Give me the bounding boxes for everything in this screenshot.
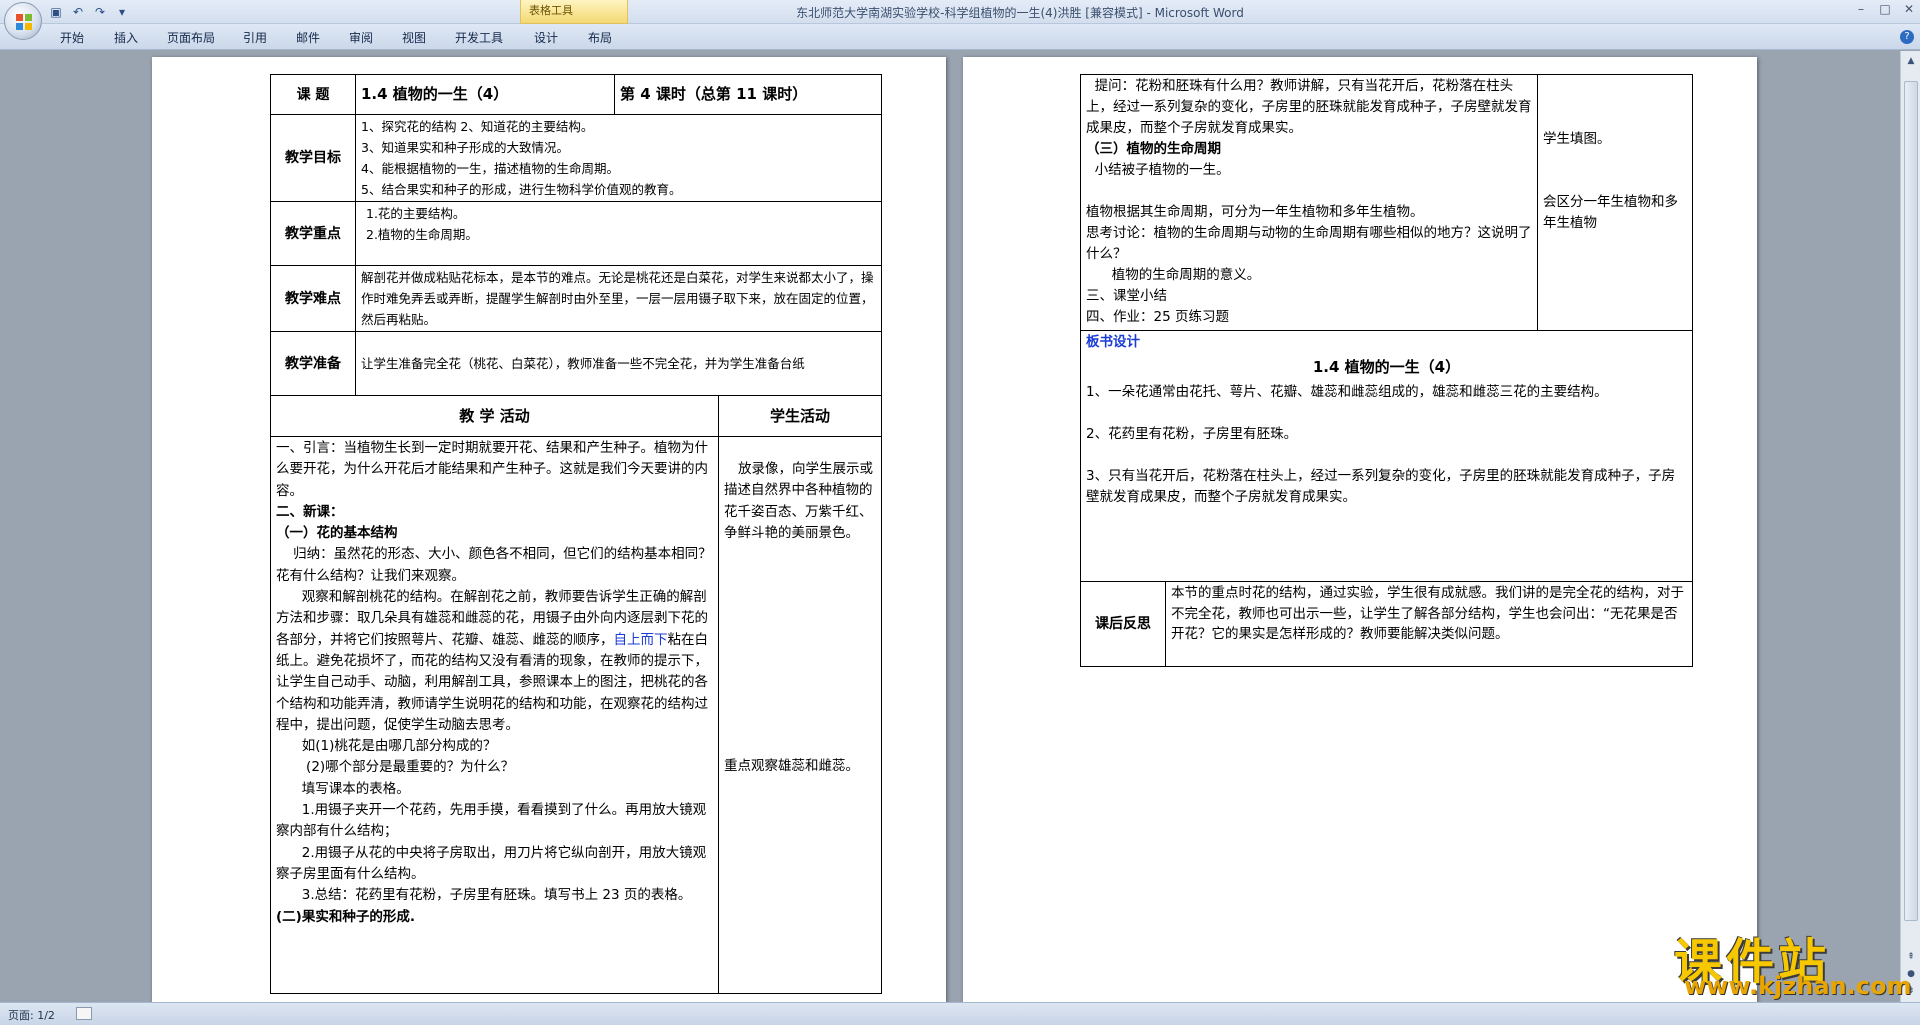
lesson-plan-table-continued: 提问：花粉和胚珠有什么用？教师讲解，只有当花开后，花粉落在柱头上，经过一系列复杂… (1080, 74, 1693, 667)
board-design-cell: 板书设计 1.4 植物的一生（4） 1、一朵花通常由花托、萼片、花瓣、雄蕊和雌蕊… (1080, 330, 1693, 582)
tab-view[interactable]: 视图 (402, 29, 426, 46)
activity-summary: 归纳：虽然花的形态、大小、颜色各不相同，但它们的结构基本相同？花有什么结构？让我… (276, 546, 712, 584)
title-bar: ▣ ↶ ↷ ▾ 表格工具 东北师范大学南湖实验学校-科学组植物的一生(4)洪胜 … (0, 0, 1920, 40)
student-fill-figure: 学生填图。 (1543, 131, 1611, 147)
watermark-url: www.kjzhan.com (1684, 972, 1912, 1000)
activity-pollen-question: 提问：花粉和胚珠有什么用？教师讲解，只有当花开后，花粉落在柱头上，经过一系列复杂… (1086, 78, 1532, 136)
tab-review[interactable]: 审阅 (349, 29, 373, 46)
goal-item: 5、结合果实和种子的形成，进行生物科学价值观的教育。 (361, 182, 682, 197)
activity-question-1: 如(1)桃花是由哪几部分构成的？ (276, 738, 497, 755)
tab-home[interactable]: 开始 (60, 29, 84, 46)
activity-homework: 四、作业：25 页练习题 (1086, 309, 1229, 325)
student-distinguish: 会区分一年生植物和多年生植物 (1543, 194, 1678, 231)
window-controls: – □ ✕ (1854, 2, 1916, 16)
activity-section-1: （一）花的基本结构 (276, 525, 398, 542)
site-watermark: 课件站 www.kjzhan.com (1664, 922, 1911, 1002)
continued-activity-cell: 提问：花粉和胚珠有什么用？教师讲解，只有当花开后，花粉落在柱头上，经过一系列复杂… (1080, 74, 1538, 331)
activity-life-summary: 小结被子植物的一生。 (1086, 162, 1230, 178)
tab-design[interactable]: 设计 (534, 29, 558, 46)
key-point-item: 1.花的主要结构。 (366, 206, 466, 221)
close-icon[interactable]: ✕ (1902, 2, 1916, 16)
tab-page-layout[interactable]: 页面布局 (167, 29, 215, 46)
key-point-item: 2.植物的生命周期。 (366, 227, 478, 242)
activity-step-2: 2.用镊子从花的中央将子房取出，用刀片将它纵向剖开，用放大镜观察子房里面有什么结… (276, 844, 707, 882)
tab-developer[interactable]: 开发工具 (455, 29, 503, 46)
maximize-icon[interactable]: □ (1878, 2, 1892, 16)
minimize-icon[interactable]: – (1854, 2, 1868, 16)
window-title: 东北师范大学南湖实验学校-科学组植物的一生(4)洪胜 [兼容模式] - Micr… (796, 6, 1244, 20)
board-design-label: 板书设计 (1086, 334, 1140, 350)
office-logo-icon (16, 14, 32, 30)
goal-item: 3、知道果实和种子形成的大致情况。 (361, 140, 569, 155)
lesson-plan-table: 课 题 1.4 植物的一生（4） 第 4 课时（总第 11 课时） 教学目标 1… (270, 74, 883, 994)
student-activity-cell: 放录像，向学生展示或描述自然界中各种植物的花千姿百态、万紫千红、争鲜斗艳的美丽景… (717, 436, 883, 994)
office-button[interactable] (4, 2, 42, 40)
activity-step-1: 1.用镊子夹开一个花药，先用手摸，看看摸到了什么。再用放大镜观察内部有什么结构； (276, 802, 707, 840)
activity-dissection: 观察和解剖桃花的结构。在解剖花之前，教师要告诉学生正确的解剖方法和步骤：取几朵具… (276, 587, 713, 736)
activity-new-lesson: 二、新课： (276, 503, 344, 520)
period-info: 第 4 课时（总第 11 课时） (613, 74, 883, 115)
student-activity-2: 重点观察雄蕊和雌蕊。 (724, 758, 859, 775)
help-icon[interactable]: ? (1900, 30, 1914, 44)
activity-life-cycle: 植物根据其生命周期，可分为一年生植物和多年生植物。 (1086, 204, 1424, 220)
activity-section-2: (二)果实和种子的形成. (276, 908, 415, 925)
status-bar: 页面: 1/2 (0, 1002, 1920, 1025)
activity-section-3: （三）植物的生命周期 (1086, 141, 1221, 157)
reflection-label: 课后反思 (1080, 581, 1166, 667)
document-page-1: 课 题 1.4 植物的一生（4） 第 4 课时（总第 11 课时） 教学目标 1… (152, 57, 946, 1002)
difficulty-label: 教学难点 (270, 265, 356, 332)
reflection-text: 本节的重点时花的结构，通过实验，学生很有成就感。我们讲的是完全花的结构，对于不完… (1165, 581, 1693, 667)
teaching-activity-cell: 一、引言：当植物生长到一定时期就要开花、结果和产生种子。植物为什么要开花，为什么… (270, 436, 719, 994)
activity-intro: 一、引言：当植物生长到一定时期就要开花、结果和产生种子。植物为什么要开花，为什么… (276, 440, 708, 499)
tab-references[interactable]: 引用 (243, 29, 267, 46)
board-point-3: 3、只有当花开后，花粉落在柱头上，经过一系列复杂的变化，子房里的胚珠就能发育成种… (1086, 468, 1676, 505)
activity-fill-table: 填写课本的表格。 (276, 780, 410, 797)
preparation-label: 教学准备 (270, 331, 356, 396)
previous-page-icon[interactable]: ⇞ (1903, 949, 1919, 965)
goals-label: 教学目标 (270, 114, 356, 202)
key-points-cell: 1.花的主要结构。 2.植物的生命周期。 (354, 201, 883, 266)
student-activity-1: 放录像，向学生展示或描述自然界中各种植物的花千姿百态、万紫千红、争鲜斗艳的美丽景… (724, 461, 873, 541)
scrollbar-thumb[interactable] (1904, 81, 1918, 921)
teaching-activity-header: 教 学 活动 (270, 395, 719, 437)
activity-class-summary: 三、课堂小结 (1086, 288, 1167, 304)
activity-question-2: (2)哪个部分是最重要的？为什么？ (276, 759, 515, 776)
ribbon-tabs: 开始 插入 页面布局 引用 邮件 审阅 视图 开发工具 设计 布局 ? (0, 24, 1920, 50)
document-page-2: 提问：花粉和胚珠有什么用？教师讲解，只有当花开后，花粉落在柱头上，经过一系列复杂… (963, 57, 1757, 1002)
student-activity-header: 学生活动 (717, 395, 883, 437)
goals-cell: 1、探究花的结构 2、知道花的主要结构。 3、知道果实和种子形成的大致情况。 4… (354, 114, 883, 202)
preparation-text: 让学生准备完全花（桃花、白菜花），教师准备一些不完全花，并为学生准备台纸 (354, 331, 883, 396)
activity-meaning: 植物的生命周期的意义。 (1086, 267, 1261, 283)
goal-item: 4、能根据植物的一生，描述植物的生命周期。 (361, 161, 619, 176)
proofing-icon[interactable] (76, 1007, 92, 1020)
tab-insert[interactable]: 插入 (114, 29, 138, 46)
goal-item: 1、探究花的结构 2、知道花的主要结构。 (361, 119, 594, 134)
activity-discussion: 思考讨论：植物的生命周期与动物的生命周期有哪些相似的地方？这说明了什么？ (1086, 225, 1532, 262)
board-point-2: 2、花药里有花粉，子房里有胚珠。 (1086, 426, 1298, 442)
page-indicator[interactable]: 页面: 1/2 (8, 1007, 55, 1023)
activity-step-3: 3.总结：花药里有花粉，子房里有胚珠。填写书上 23 页的表格。 (276, 887, 692, 904)
continued-student-cell: 学生填图。 会区分一年生植物和多年生植物 (1537, 74, 1693, 331)
board-point-1: 1、一朵花通常由花托、萼片、花瓣、雄蕊和雌蕊组成的，雄蕊和雌蕊三花的主要结构。 (1086, 384, 1608, 400)
vertical-scrollbar[interactable]: ▲ ⇞ ● ⇟ (1900, 51, 1920, 1002)
activity-highlight: 自上而下 (613, 631, 668, 648)
key-points-label: 教学重点 (270, 201, 356, 266)
tab-mailings[interactable]: 邮件 (296, 29, 320, 46)
board-design-title: 1.4 植物的一生（4） (1312, 358, 1461, 376)
scroll-up-icon[interactable]: ▲ (1903, 53, 1919, 69)
topic-label: 课 题 (270, 74, 356, 115)
tab-layout[interactable]: 布局 (588, 29, 612, 46)
topic-title: 1.4 植物的一生（4） (355, 74, 615, 115)
difficulty-text: 解剖花并做成粘贴花标本，是本节的难点。无论是桃花还是白菜花，对学生来说都太小了，… (354, 265, 883, 332)
